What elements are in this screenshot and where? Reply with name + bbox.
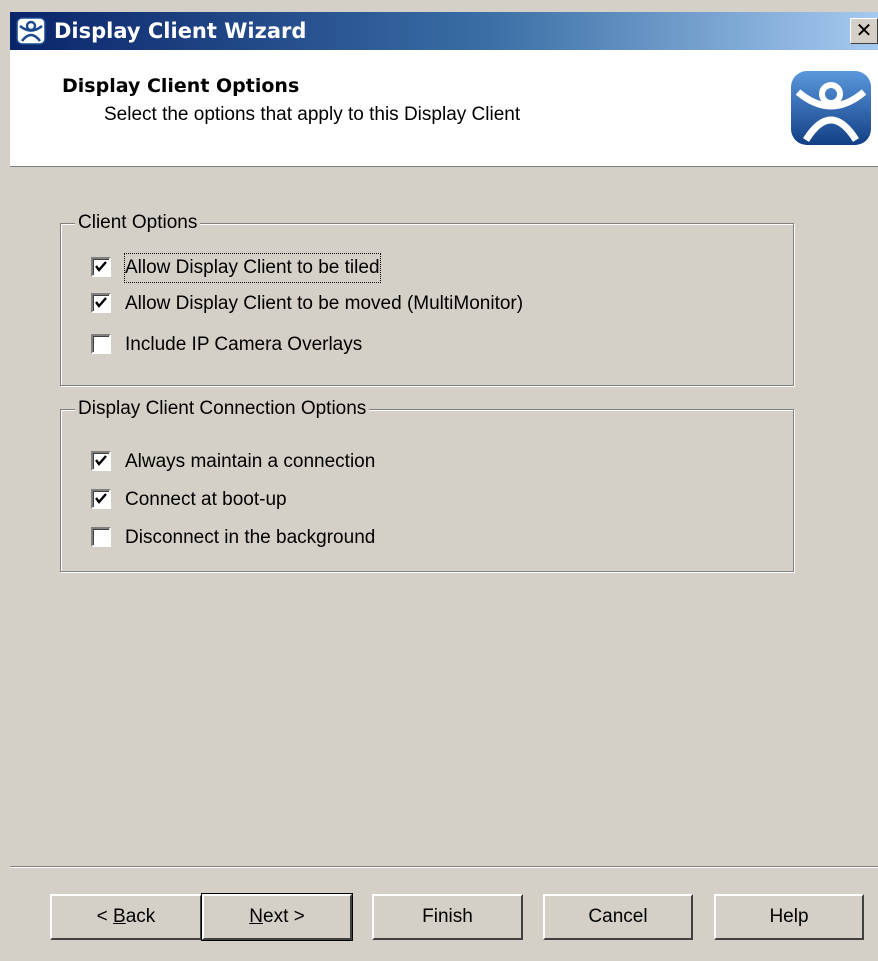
- back-button-prefix: <: [96, 906, 114, 927]
- thinmanager-logo-icon: [791, 71, 871, 145]
- cancel-button-label: Cancel: [588, 906, 648, 927]
- connect-boot-label: Connect at boot-up: [125, 489, 287, 510]
- page-subtitle: Select the options that apply to this Di…: [104, 104, 521, 125]
- connection-options-legend: Display Client Connection Options: [75, 396, 370, 422]
- disconnect-background-label: Disconnect in the background: [125, 527, 376, 548]
- page-title: Display Client Options: [62, 75, 300, 97]
- back-button-rest: ack: [125, 906, 156, 927]
- finish-button[interactable]: Finish: [372, 894, 523, 940]
- thinmanager-logo-icon: [16, 17, 46, 45]
- checkmark-icon: [95, 261, 107, 272]
- help-button-label: Help: [769, 906, 809, 927]
- wizard-header: Display Client Options Select the option…: [10, 50, 878, 167]
- allow-moved-checkbox[interactable]: [91, 293, 111, 313]
- wizard-window: Display Client Wizard ✕ Display Client O…: [0, 0, 878, 961]
- client-options-group: Client Options Allow Display Client to b…: [60, 210, 794, 386]
- finish-button-label: Finish: [422, 906, 473, 927]
- connection-options-group: Display Client Connection Options Always…: [60, 396, 794, 572]
- back-button[interactable]: < Back: [50, 894, 202, 940]
- ip-camera-overlays-checkbox[interactable]: [91, 334, 111, 354]
- footer-divider: [10, 866, 878, 867]
- next-button-accel: N: [249, 906, 263, 927]
- always-maintain-label: Always maintain a connection: [125, 451, 376, 472]
- cancel-button[interactable]: Cancel: [543, 894, 693, 940]
- connect-boot-checkbox[interactable]: [91, 489, 111, 509]
- next-button[interactable]: Next >: [201, 893, 353, 941]
- close-button[interactable]: ✕: [850, 18, 878, 44]
- allow-moved-label: Allow Display Client to be moved (MultiM…: [125, 293, 524, 314]
- checkmark-icon: [95, 455, 107, 466]
- always-maintain-checkbox[interactable]: [91, 451, 111, 471]
- close-icon: ✕: [855, 18, 873, 42]
- title-bar[interactable]: Display Client Wizard ✕: [10, 12, 878, 50]
- disconnect-background-checkbox[interactable]: [91, 527, 111, 547]
- help-button[interactable]: Help: [714, 894, 864, 940]
- back-button-accel: B: [113, 906, 126, 927]
- ip-camera-overlays-label: Include IP Camera Overlays: [125, 334, 363, 355]
- next-button-rest: ext >: [263, 906, 305, 927]
- checkmark-icon: [95, 297, 107, 308]
- client-options-legend: Client Options: [75, 210, 201, 236]
- allow-tiled-checkbox[interactable]: [91, 257, 111, 277]
- checkmark-icon: [95, 493, 107, 504]
- window-title: Display Client Wizard: [54, 19, 307, 43]
- allow-tiled-label: Allow Display Client to be tiled: [124, 253, 381, 283]
